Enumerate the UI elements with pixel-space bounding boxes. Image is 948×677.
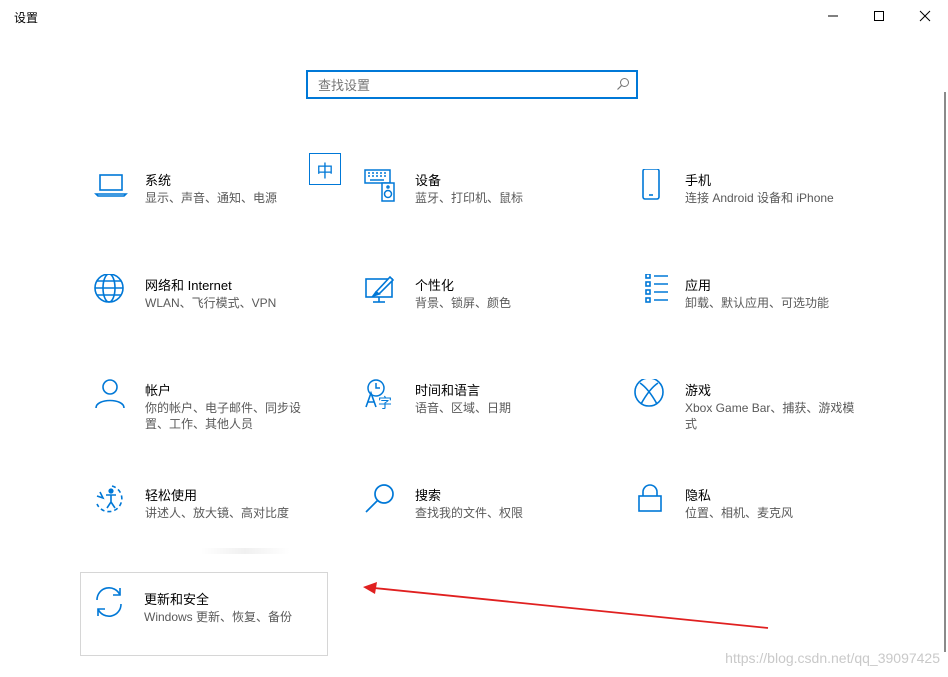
annotation-arrow — [363, 582, 769, 629]
watermark: https://blog.csdn.net/qq_39097425 — [725, 650, 940, 666]
